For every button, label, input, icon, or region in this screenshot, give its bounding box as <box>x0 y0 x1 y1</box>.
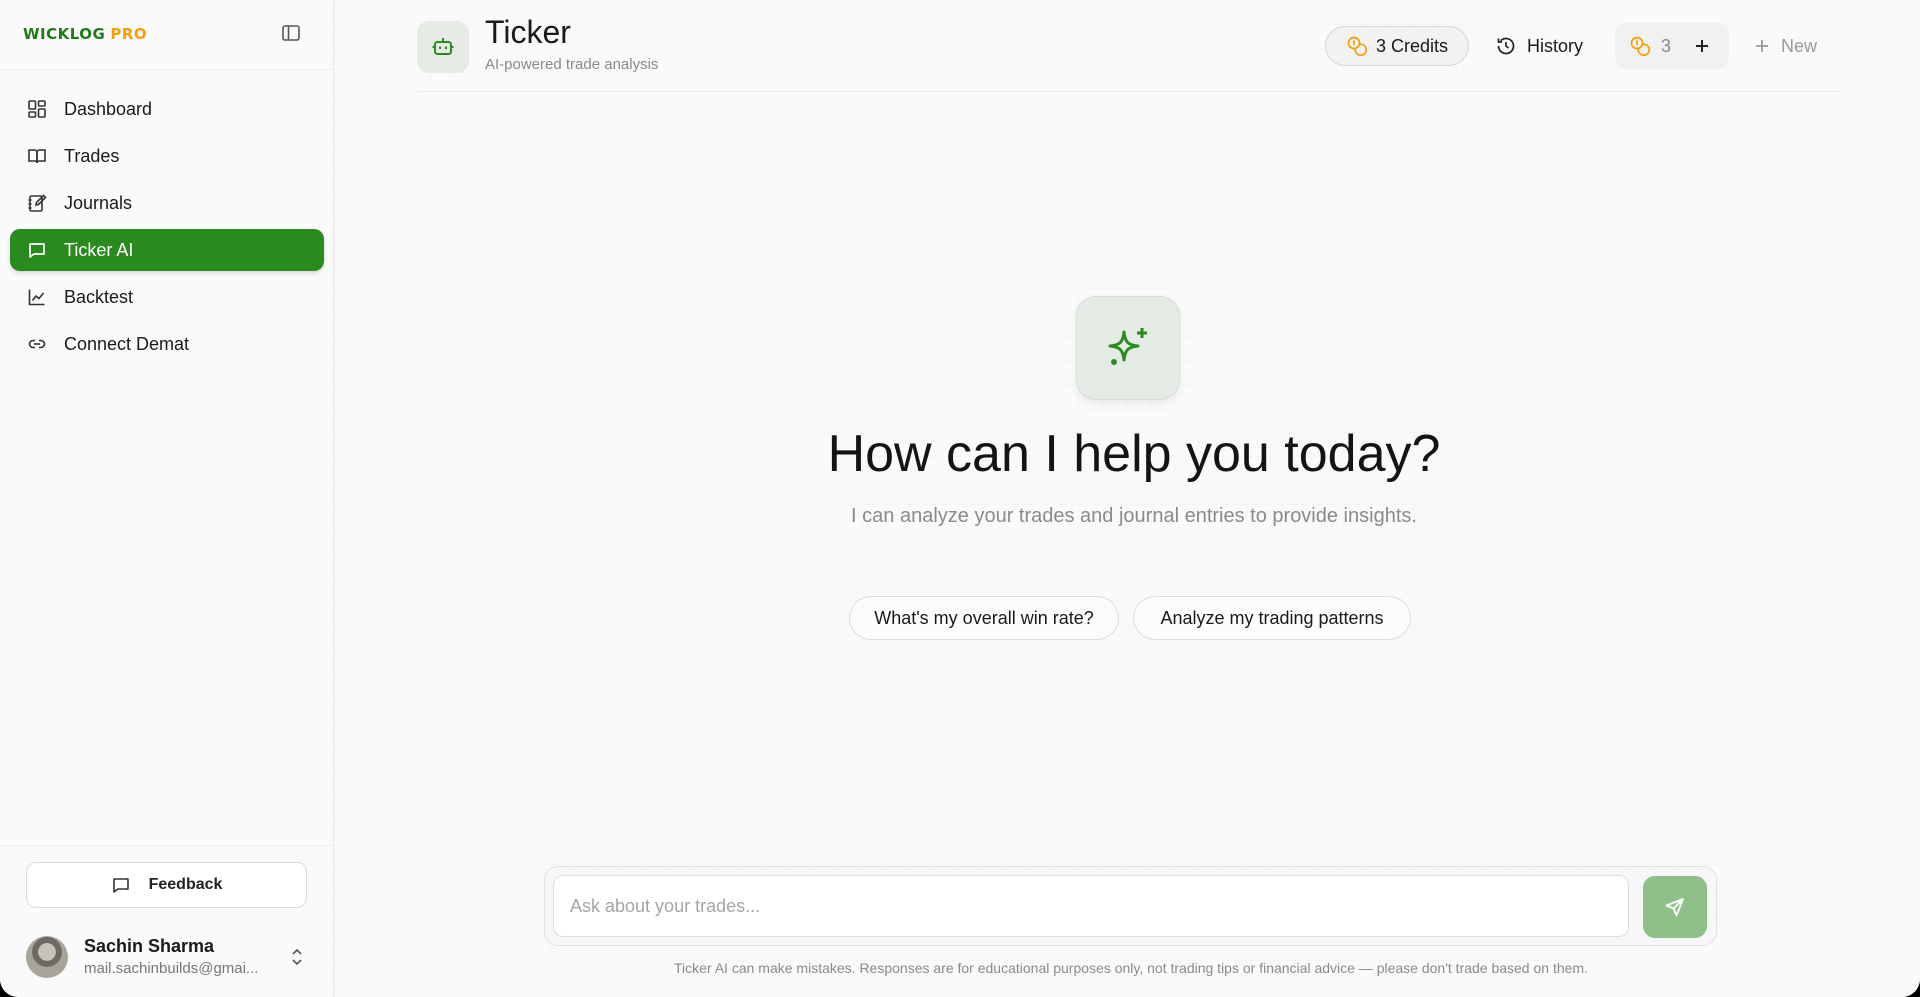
sidebar-item-label: Connect Demat <box>64 333 190 354</box>
coins-icon <box>1346 35 1368 57</box>
credits-label: 3 Credits <box>1375 35 1449 56</box>
sidebar-item-journals[interactable]: Journals <box>10 182 324 224</box>
chat-icon <box>26 239 48 261</box>
suggestion-chip-win-rate[interactable]: What's my overall win rate? <box>849 596 1119 640</box>
new-chat-button[interactable]: New <box>1753 26 1833 66</box>
send-button[interactable] <box>1643 876 1707 938</box>
send-icon <box>1665 898 1684 917</box>
new-label: New <box>1781 35 1818 56</box>
main-content: Ticker AI-powered trade analysis 3 Credi… <box>334 0 1920 997</box>
sidebar-item-label: Journals <box>64 192 133 213</box>
sidebar-footer: Feedback Sachin Sharma mail.sachinbuilds… <box>0 845 333 997</box>
plus-icon <box>1753 37 1771 55</box>
sidebar-nav: Dashboard Trades Journals Ticker AI Back… <box>10 88 324 370</box>
link-icon <box>26 333 48 355</box>
history-button[interactable]: History <box>1495 26 1605 66</box>
bot-icon <box>417 21 469 73</box>
sidebar-item-backtest[interactable]: Backtest <box>10 276 324 318</box>
hero-subtitle: I can analyze your trades and journal en… <box>851 505 1417 527</box>
sidebar-item-trades[interactable]: Trades <box>10 135 324 177</box>
sidebar-item-label: Trades <box>64 145 120 166</box>
sparkle-icon <box>1076 296 1180 400</box>
sidebar-item-connect-demat[interactable]: Connect Demat <box>10 323 324 365</box>
app-window: WICKLOG PRO Dashboard Trades Journals Ti… <box>0 0 1920 997</box>
sidebar-item-label: Dashboard <box>64 98 153 119</box>
credit-count-group: 3 <box>1615 23 1729 69</box>
suggestion-chip-trading-patterns[interactable]: Analyze my trading patterns <box>1133 596 1411 640</box>
sidebar-item-ticker-ai[interactable]: Ticker AI <box>10 229 324 271</box>
feedback-label: Feedback <box>148 876 223 893</box>
history-label: History <box>1527 35 1584 56</box>
chat-composer <box>544 866 1717 946</box>
sidebar-item-label: Backtest <box>64 286 134 307</box>
brand-logo[interactable]: WICKLOG PRO <box>23 25 147 43</box>
sidebar: WICKLOG PRO Dashboard Trades Journals Ti… <box>0 0 334 997</box>
avatar <box>26 936 68 978</box>
sidebar-item-dashboard[interactable]: Dashboard <box>10 88 324 130</box>
user-email: mail.sachinbuilds@gmai... <box>84 960 259 977</box>
chart-line-icon <box>26 286 48 308</box>
credit-count: 3 <box>1661 35 1672 56</box>
brand-name-secondary: PRO <box>110 25 148 43</box>
coins-icon <box>1629 35 1651 57</box>
message-square-icon <box>111 875 131 895</box>
sidebar-item-label: Ticker AI <box>64 239 134 260</box>
book-icon <box>26 145 48 167</box>
chevron-up-down-icon[interactable] <box>288 946 306 968</box>
journal-icon <box>26 192 48 214</box>
disclaimer-text: Ticker AI can make mistakes. Responses a… <box>674 960 1588 976</box>
user-name: Sachin Sharma <box>84 936 215 956</box>
page-header: Ticker AI-powered trade analysis 3 Credi… <box>417 0 1841 92</box>
page-subtitle: AI-powered trade analysis <box>485 56 659 73</box>
history-icon <box>1495 35 1517 57</box>
brand-name-primary: WICKLOG <box>23 25 106 43</box>
chat-input[interactable] <box>553 875 1629 937</box>
feedback-button[interactable]: Feedback <box>26 862 307 908</box>
hero-title: How can I help you today? <box>827 425 1441 483</box>
add-credits-icon[interactable] <box>1693 37 1711 55</box>
credits-badge[interactable]: 3 Credits <box>1325 26 1469 66</box>
dashboard-icon <box>26 98 48 120</box>
page-title: Ticker <box>485 14 571 50</box>
sidebar-toggle-icon[interactable] <box>280 22 302 44</box>
sidebar-header: WICKLOG PRO <box>0 0 333 70</box>
user-menu[interactable]: Sachin Sharma mail.sachinbuilds@gmai... <box>26 934 316 980</box>
